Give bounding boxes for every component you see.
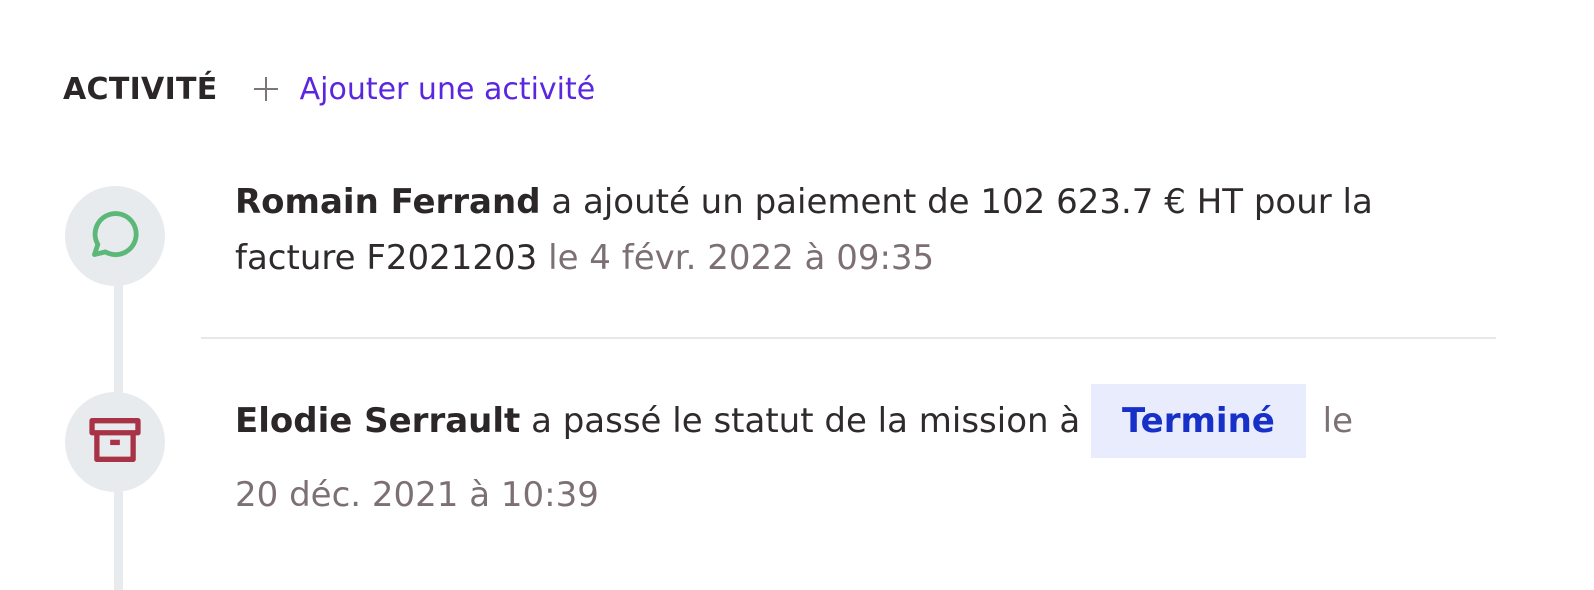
chat-bubble-icon <box>86 205 144 267</box>
activity-icon-badge <box>65 392 165 492</box>
entry-date-prefix: le <box>1322 401 1354 441</box>
archive-box-icon <box>86 411 144 473</box>
entry-author[interactable]: Romain Ferrand <box>235 182 541 222</box>
add-activity-label[interactable]: Ajouter une activité <box>300 72 596 107</box>
activity-icon-badge <box>65 186 165 286</box>
entry-date: 20 déc. 2021 à 10:39 <box>235 475 599 515</box>
activity-header: ACTIVITÉ Ajouter une activité <box>63 66 595 112</box>
entry-divider <box>201 337 1496 339</box>
entry-author[interactable]: Elodie Serrault <box>235 401 520 441</box>
activity-entry: Romain Ferrand a ajouté un paiement de 1… <box>235 174 1475 286</box>
plus-icon <box>253 77 278 101</box>
add-activity-button[interactable]: Ajouter une activité <box>253 72 596 107</box>
activity-entry: Elodie Serrault a passé le statut de la … <box>235 384 1475 532</box>
section-title: ACTIVITÉ <box>63 71 218 107</box>
entry-text: a passé le statut de la mission à <box>520 401 1091 441</box>
entry-date: le 4 févr. 2022 à 09:35 <box>548 238 935 278</box>
status-badge: Terminé <box>1091 384 1306 458</box>
